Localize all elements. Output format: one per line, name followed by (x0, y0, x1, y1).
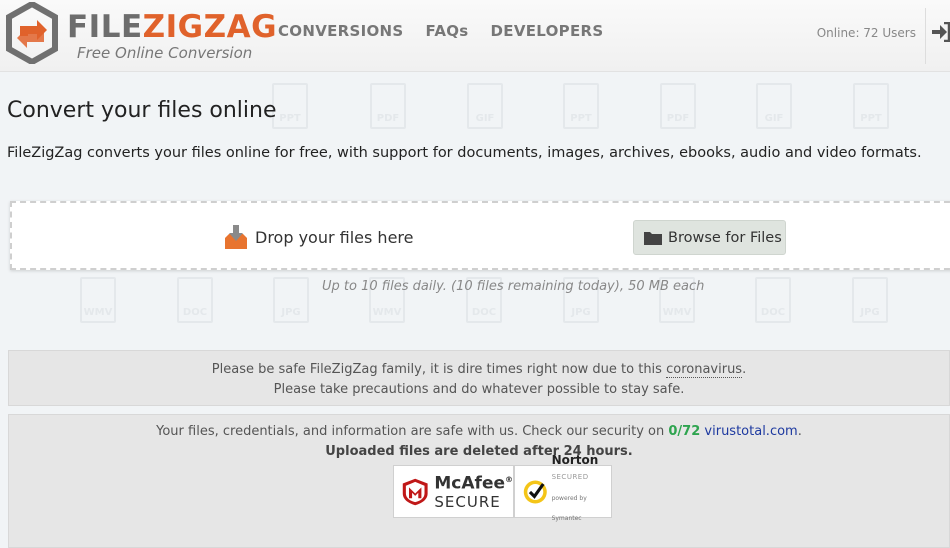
pdf-file-icon: PDF (370, 83, 406, 129)
folder-icon (644, 232, 662, 245)
site-header: FILEZIGZAG Free Online Conversion CONVER… (0, 0, 950, 72)
coronavirus-notice-line1: Please be safe FileZigZag family, it is … (9, 360, 949, 380)
main-nav: CONVERSIONS FAQs DEVELOPERS (278, 22, 603, 40)
gif-file-icon: GIF (467, 83, 503, 129)
norton-check-icon (523, 479, 547, 504)
drop-files-label: Drop your files here (255, 228, 414, 247)
jpg-file-icon: JPG (852, 277, 888, 323)
virustotal-score: 0/72 (668, 424, 701, 439)
upload-limits-text: Up to 10 files daily. (10 files remainin… (322, 279, 705, 294)
brand-name[interactable]: FILEZIGZAG (67, 9, 277, 45)
wmv-file-icon: WMV (80, 277, 116, 323)
security-notice-line1: Your files, credentials, and information… (9, 422, 949, 442)
virustotal-link[interactable]: virustotal.com (704, 424, 797, 439)
browse-files-button[interactable]: Browse for Files (633, 220, 786, 255)
coronavirus-notice-period: . (742, 362, 747, 377)
norton-secured-text: SECURED (551, 473, 589, 481)
security-notice-period: . (797, 424, 802, 439)
online-users-count: Online: 72 Users (816, 26, 916, 40)
mcafee-secure-badge[interactable]: McAfee® SECURE (393, 465, 514, 518)
nav-developers[interactable]: DEVELOPERS (491, 22, 604, 40)
ppt-file-icon: PPT (853, 83, 889, 129)
norton-powered-by: powered by Symantec (551, 495, 587, 522)
ppt-file-icon: PPT (272, 83, 308, 129)
mcafee-name: McAfee® (434, 471, 513, 494)
header-divider (925, 8, 926, 64)
file-deletion-notice: Uploaded files are deleted after 24 hour… (325, 444, 633, 459)
sign-in-icon[interactable] (932, 22, 950, 42)
nav-conversions[interactable]: CONVERSIONS (278, 22, 404, 40)
mcafee-registered-mark: ® (505, 474, 513, 484)
gif-file-icon: GIF (756, 83, 792, 129)
security-badges: McAfee® SECURE Norton SECURED powered by… (393, 454, 612, 522)
page-title: Convert your files online (7, 98, 277, 123)
mcafee-shield-icon (402, 478, 428, 505)
brand-tagline: Free Online Conversion (77, 44, 253, 62)
page-description: FileZigZag converts your files online fo… (7, 145, 922, 161)
ppt-file-icon: PPT (563, 83, 599, 129)
mcafee-name-text: McAfee (434, 473, 505, 494)
brand-name-part2: ZIGZAG (142, 9, 278, 45)
doc-file-icon: DOC (755, 277, 791, 323)
file-drop-zone[interactable]: Drop your files here Browse for Files (10, 201, 950, 270)
browse-files-label: Browse for Files (668, 229, 782, 246)
security-notice: Your files, credentials, and information… (8, 414, 950, 548)
nav-faqs[interactable]: FAQs (426, 22, 469, 40)
jpg-file-icon: JPG (273, 277, 309, 323)
zigzag-logo-icon[interactable] (6, 2, 58, 64)
mcafee-secure-text: SECURE (434, 493, 501, 512)
coronavirus-notice-text: Please be safe FileZigZag family, it is … (211, 362, 662, 377)
norton-name: Norton (551, 453, 599, 467)
security-notice-text: Your files, credentials, and information… (156, 424, 665, 439)
brand-name-part1: FILE (67, 9, 143, 45)
coronavirus-notice: Please be safe FileZigZag family, it is … (8, 350, 950, 406)
pdf-file-icon: PDF (660, 83, 696, 129)
download-icon (225, 225, 247, 249)
coronavirus-link[interactable]: coronavirus (666, 362, 743, 378)
norton-secured-badge[interactable]: Norton SECURED powered by Symantec (514, 454, 612, 522)
coronavirus-notice-line2: Please take precautions and do whatever … (273, 382, 685, 397)
doc-file-icon: DOC (177, 277, 213, 323)
